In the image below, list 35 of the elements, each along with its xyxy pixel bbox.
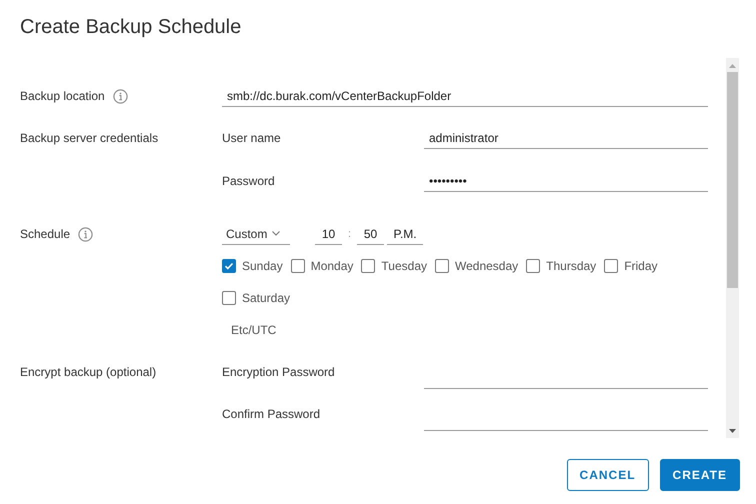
scrollbar-thumb[interactable] [727,72,738,288]
field-label: Schedule [20,226,70,243]
input-field[interactable]: 50 [357,223,384,245]
input-field[interactable]: ••••••••• [424,170,708,192]
day-checkbox[interactable]: Tuesday [361,250,427,282]
day-checkbox[interactable]: Sunday [222,250,283,282]
scroll-down-icon[interactable] [729,429,736,433]
day-checkbox[interactable]: Wednesday [435,250,518,282]
field-label: Encrypt backup (optional) [20,365,156,379]
field-label: User name [222,130,282,147]
input-field[interactable]: smb://dc.burak.com/vCenterBackupFolder [222,85,708,107]
create-button[interactable]: CREATE [660,459,740,491]
scroll-up-icon[interactable] [729,64,736,68]
day-checkbox[interactable]: Saturday [222,282,290,314]
cancel-button[interactable]: CANCEL [566,459,649,491]
timezone-text: Etc/UTC [231,322,276,339]
chevron-down-icon [272,231,280,236]
info-icon[interactable] [112,88,128,104]
checkmark-icon [224,261,234,271]
input-field[interactable]: administrator [424,127,708,149]
day-checkbox[interactable]: Monday [290,250,354,282]
dialog-title: Create Backup Schedule [20,15,242,40]
day-checkbox[interactable]: Thursday [526,250,596,282]
field-label: Backup server credentials [20,131,158,145]
field-label: Encryption Password [222,364,336,381]
scrollbar[interactable] [726,58,739,438]
input-field[interactable]: P.M. [387,223,424,245]
field-label: Confirm Password [222,406,322,423]
info-icon[interactable] [78,226,94,242]
day-checkbox[interactable]: Friday [604,250,658,282]
input-field[interactable]: 10 [315,223,342,245]
frequency-dropdown[interactable]: Custom [222,223,290,245]
time-separator: : [348,226,352,242]
field-label: Password [222,173,276,190]
field-label: Backup location [20,88,105,105]
